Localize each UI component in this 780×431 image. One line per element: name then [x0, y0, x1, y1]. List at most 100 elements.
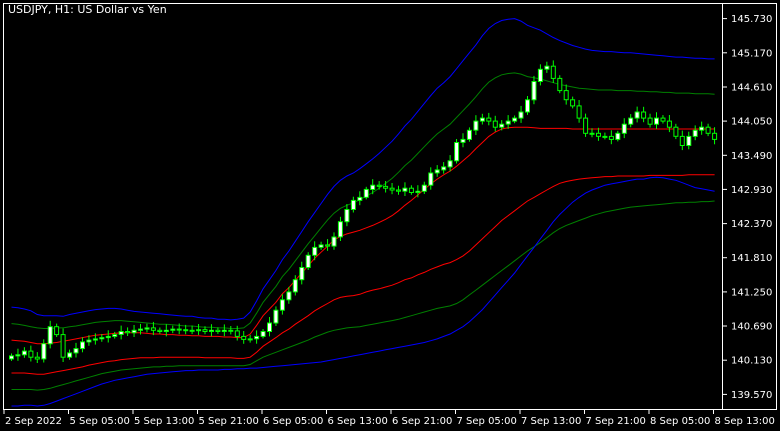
candle	[512, 115, 518, 124]
candle-bull-body	[331, 236, 337, 247]
candle	[596, 127, 601, 141]
candle	[376, 181, 382, 190]
candle-bull-body	[21, 350, 27, 356]
candle-bear-body	[705, 126, 711, 134]
candle-bull-body	[654, 117, 659, 125]
candle-bull-body	[512, 117, 518, 122]
candle-bull-body	[525, 99, 530, 113]
candle-bull-body	[273, 309, 279, 324]
chart-title: USDJPY, H1: US Dollar vs Yen	[8, 3, 167, 16]
candle-bear-body	[228, 329, 234, 332]
band-line-1	[11, 72, 715, 329]
candle	[118, 325, 124, 340]
candle	[189, 325, 195, 335]
candle-bear-body	[673, 126, 679, 137]
time-axis[interactable]: 2 Sep 2022 5 Sep 05:00 5 Sep 13:00 5 Sep 21…	[3, 409, 775, 427]
chart-window[interactable]: 145.730 145.170 144.610 144.050 143.490 142.9…	[0, 0, 780, 431]
candle-bull-body	[67, 352, 73, 358]
candle-bull-body	[92, 338, 98, 341]
candle-bear-body	[576, 105, 582, 119]
candle	[557, 75, 563, 94]
candle-bull-body	[292, 279, 298, 293]
candle	[299, 261, 305, 285]
candle	[267, 317, 272, 337]
candle-bull-body	[363, 188, 369, 198]
candle-bull-body	[86, 339, 92, 343]
candle	[537, 64, 543, 86]
candle	[28, 345, 34, 362]
candle-bull-body	[286, 291, 292, 301]
candle-bear-body	[389, 187, 395, 191]
candle-bull-body	[531, 81, 537, 101]
price-tick-label: 143.490	[731, 151, 772, 162]
candle	[318, 241, 324, 250]
candle	[21, 347, 27, 358]
candle-bear-body	[234, 330, 240, 337]
candle-bear-body	[157, 329, 163, 332]
candle-bull-body	[299, 267, 305, 281]
candle	[279, 294, 285, 315]
candle	[486, 112, 492, 126]
candle	[350, 196, 356, 213]
candle-bear-body	[376, 184, 382, 187]
candle-bull-body	[473, 120, 479, 131]
candle	[434, 165, 440, 177]
candle	[628, 114, 634, 128]
candle	[54, 323, 60, 337]
candle-bull-body	[505, 120, 511, 125]
candle-bull-body	[112, 334, 118, 337]
candle-bull-body	[466, 129, 472, 140]
time-tick-label: 6 Sep 21:00	[392, 416, 452, 427]
candle-bull-body	[196, 329, 202, 332]
candle	[170, 325, 176, 334]
candle	[583, 113, 589, 137]
price-axis[interactable]: 145.730 145.170 144.610 144.050 143.490 142.9…	[722, 14, 772, 401]
candle	[247, 334, 253, 343]
time-tick-label: 5 Sep 13:00	[134, 416, 194, 427]
candle	[641, 106, 647, 123]
candle	[473, 115, 479, 135]
candle-bull-body	[428, 172, 434, 186]
candle-bear-body	[486, 117, 492, 122]
candle	[647, 113, 653, 128]
candle	[608, 130, 614, 145]
candle-bear-body	[241, 335, 247, 340]
candle-bull-body	[163, 329, 169, 332]
candle	[563, 84, 569, 105]
candle	[67, 349, 73, 360]
time-tick-label: 7 Sep 05:00	[457, 416, 517, 427]
candle-bull-body	[441, 166, 447, 171]
candle-bull-body	[699, 126, 705, 131]
candle-bear-body	[679, 135, 685, 146]
candle-bear-body	[215, 329, 221, 332]
price-tick-label: 141.250	[731, 287, 772, 298]
candle	[396, 185, 401, 195]
candle	[660, 115, 666, 124]
price-tick-label: 140.690	[731, 322, 772, 333]
candle-bull-body	[615, 132, 621, 140]
candle	[157, 327, 163, 334]
band-line-2	[11, 126, 715, 345]
time-tick-label: 5 Sep 05:00	[70, 416, 130, 427]
candle-bear-body	[647, 117, 653, 125]
candle	[460, 133, 466, 148]
candle-bull-body	[499, 123, 505, 128]
candle	[602, 132, 608, 140]
candle	[505, 115, 511, 129]
candle-bear-body	[54, 326, 60, 336]
candle	[254, 330, 260, 344]
candle-bear-body	[550, 65, 556, 79]
candle-bear-body	[563, 90, 569, 101]
price-chart[interactable]: 145.730 145.170 144.610 144.050 143.490 142.9…	[0, 0, 780, 431]
candle	[241, 331, 247, 344]
candle-bull-body	[15, 354, 21, 357]
price-tick-label: 140.130	[731, 356, 772, 367]
candle	[131, 325, 137, 337]
candle-bear-body	[596, 132, 601, 137]
candle-bull-body	[415, 190, 421, 194]
band-line-3	[11, 174, 715, 375]
candle-bear-body	[60, 334, 66, 358]
candle	[589, 128, 595, 138]
candle-bear-body	[712, 132, 718, 140]
candle-bull-body	[305, 254, 311, 269]
